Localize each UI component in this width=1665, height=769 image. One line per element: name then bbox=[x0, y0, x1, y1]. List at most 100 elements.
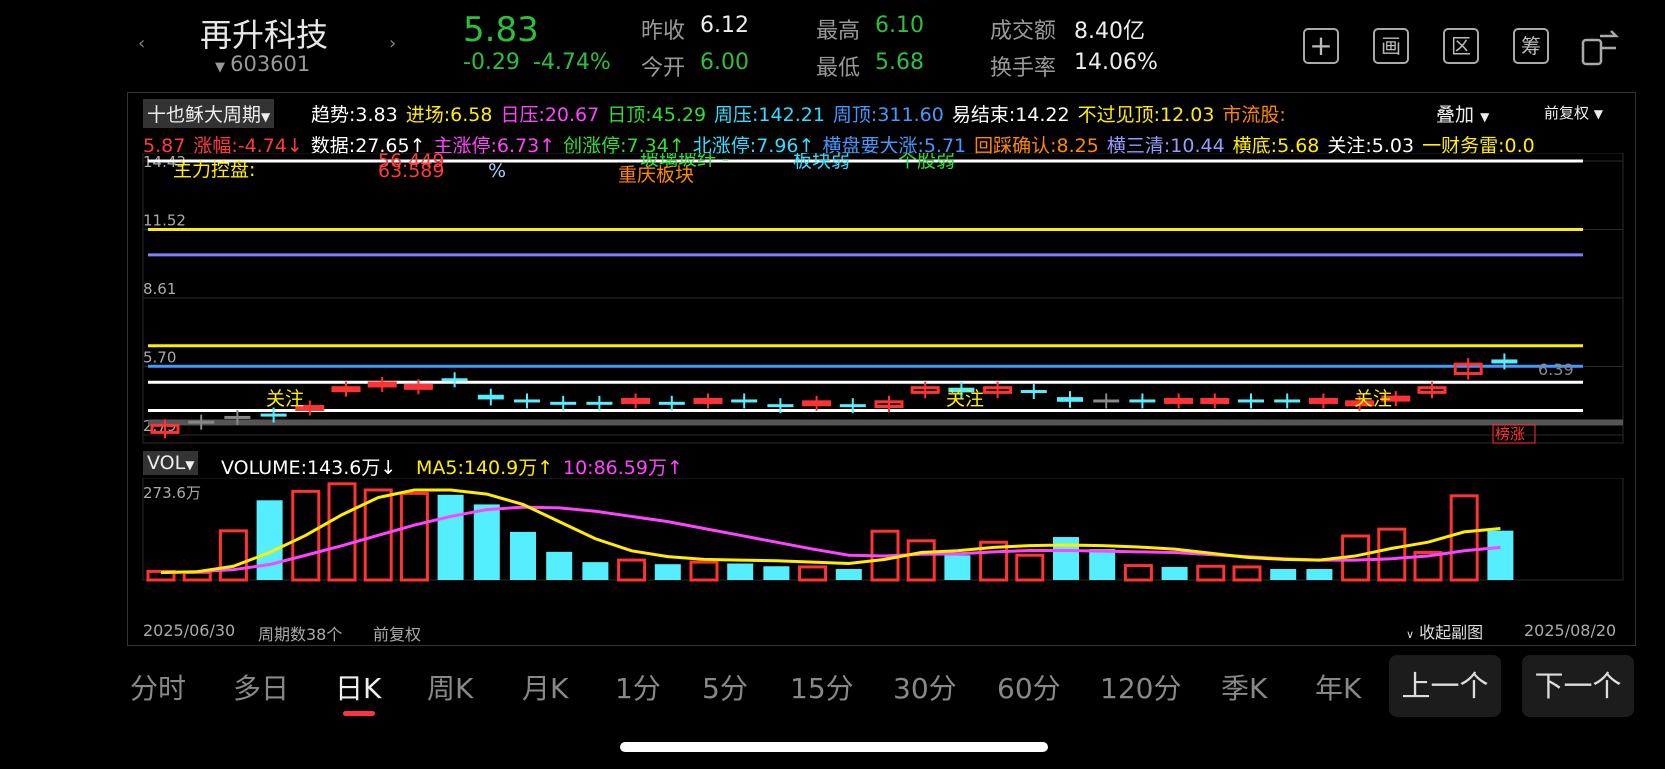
candle-body bbox=[586, 401, 613, 405]
volume-indicator-name: VOL bbox=[147, 452, 186, 474]
chevron-down-icon: ∨ bbox=[1406, 628, 1415, 641]
tab-10[interactable]: 120分 bbox=[1100, 667, 1181, 707]
candle-body bbox=[839, 404, 866, 408]
price-tag: 6.39 bbox=[1538, 360, 1574, 379]
candle-body bbox=[260, 413, 287, 417]
indicator-value: 进场:6.58 bbox=[405, 104, 493, 126]
end-date: 2025/08/20 bbox=[1524, 621, 1617, 640]
chevron-down-icon: ▼ bbox=[261, 110, 271, 124]
low-label: 最低 bbox=[816, 56, 861, 81]
volume-bar bbox=[1015, 553, 1045, 582]
candle-body bbox=[658, 401, 685, 405]
stock-code: 603601 bbox=[230, 52, 311, 76]
ma5-value: MA5:140.9万↑ bbox=[416, 457, 554, 479]
tab-9[interactable]: 60分 bbox=[997, 667, 1061, 707]
tab-2[interactable]: 日K bbox=[335, 667, 381, 707]
draw-line-button[interactable]: 画 bbox=[1373, 28, 1409, 64]
turnover-label: 换手率 bbox=[990, 56, 1057, 81]
indicator-value: 日压:20.67 bbox=[500, 104, 600, 126]
stock-name: 再升科技 bbox=[200, 16, 329, 54]
switch-icon[interactable] bbox=[1580, 28, 1620, 66]
amount-label: 成交额 bbox=[990, 19, 1057, 44]
tab-1[interactable]: 多日 bbox=[233, 667, 289, 707]
candle-body bbox=[1164, 397, 1194, 404]
candle-body bbox=[1020, 390, 1047, 394]
tab-7[interactable]: 15分 bbox=[790, 667, 854, 707]
stock-code-dropdown[interactable]: ▼ 603601 bbox=[215, 52, 310, 76]
volume-bar bbox=[1306, 569, 1333, 580]
volume-bar bbox=[256, 500, 283, 580]
baseline-band bbox=[148, 419, 1623, 426]
prev-stock-button[interactable]: 上一个 bbox=[1389, 655, 1501, 717]
range-stat-button[interactable]: 区 bbox=[1443, 28, 1479, 64]
overlay-text: % bbox=[488, 160, 506, 182]
next-stock-arrow[interactable]: › bbox=[389, 33, 396, 54]
candle-body bbox=[731, 399, 758, 403]
volume-bar bbox=[1123, 564, 1153, 582]
candle-body bbox=[1274, 399, 1301, 403]
active-tab-indicator bbox=[343, 711, 375, 716]
volume-bar bbox=[763, 566, 790, 580]
volume-bar bbox=[1161, 566, 1188, 580]
chip-distribution-button[interactable]: 筹 bbox=[1513, 28, 1549, 64]
indicator-value: 周压:142.21 bbox=[714, 104, 825, 126]
tab-12[interactable]: 年K bbox=[1315, 667, 1361, 707]
candle-body bbox=[621, 397, 651, 404]
volume-bar bbox=[1270, 569, 1297, 580]
next-stock-button[interactable]: 下一个 bbox=[1522, 655, 1634, 717]
candle-body bbox=[224, 415, 251, 419]
add-watchlist-button[interactable]: + bbox=[1303, 28, 1339, 64]
chevron-down-icon: ▼ bbox=[215, 60, 225, 75]
tab-8[interactable]: 30分 bbox=[893, 667, 957, 707]
focus-marker: 关注 bbox=[1354, 388, 1392, 410]
home-indicator[interactable] bbox=[620, 742, 1048, 752]
volume-chart[interactable]: 273.6万 bbox=[128, 478, 1635, 588]
volume-selector[interactable]: VOL▼ bbox=[143, 451, 199, 475]
ma5-line bbox=[160, 488, 1501, 574]
period-count: 周期数38个 bbox=[258, 625, 343, 644]
prev-close-label: 昨收 bbox=[641, 19, 686, 44]
collapse-subchart-button[interactable]: ∨ 收起副图 bbox=[1406, 619, 1483, 643]
overlay-text: 板块弱 bbox=[793, 153, 850, 172]
open-label: 今开 bbox=[641, 56, 686, 81]
candle-body bbox=[693, 397, 723, 404]
indicator-value: 市流股: bbox=[1222, 104, 1286, 126]
tab-3[interactable]: 周K bbox=[427, 667, 473, 707]
high-value: 6.10 bbox=[875, 13, 924, 38]
candle-body bbox=[802, 400, 832, 407]
candle-body bbox=[1093, 399, 1120, 403]
indicator-name: 十也稣大周期 bbox=[147, 104, 262, 126]
volume-bar bbox=[182, 570, 212, 582]
overlay-dropdown[interactable]: 叠加 ▼ bbox=[1436, 100, 1489, 127]
high-label: 最高 bbox=[816, 19, 861, 44]
kline-chart[interactable]: 14.4311.528.615.702.79主力控盘:56.44963.589%… bbox=[128, 153, 1635, 445]
kline-panel: 十也稣大周期▼ 趋势:3.83 进场:6.58 日压:20.67 日顶:45.29 周压… bbox=[127, 92, 1636, 646]
amount-value: 8.40亿 bbox=[1074, 19, 1145, 44]
start-date: 2025/06/30 bbox=[143, 621, 236, 640]
volume-bar bbox=[510, 531, 536, 580]
candle-body bbox=[1129, 399, 1156, 403]
volume-bar bbox=[582, 562, 609, 580]
volume-bar bbox=[327, 482, 357, 582]
candle-body bbox=[477, 394, 504, 400]
volume-value: VOLUME:143.6万↓ bbox=[221, 457, 397, 479]
candle-body bbox=[1057, 397, 1083, 402]
tab-4[interactable]: 月K bbox=[522, 667, 568, 707]
tab-5[interactable]: 1分 bbox=[615, 667, 661, 707]
indicator-selector[interactable]: 十也稣大周期▼ bbox=[143, 99, 275, 128]
volume-bar bbox=[727, 563, 754, 580]
tab-0[interactable]: 分时 bbox=[130, 667, 186, 707]
volume-bar bbox=[1232, 565, 1262, 582]
tab-11[interactable]: 季K bbox=[1221, 667, 1267, 707]
indicator-value: 不过见顶:12.03 bbox=[1077, 104, 1215, 126]
low-value: 5.68 bbox=[875, 50, 924, 75]
turnover-value: 14.06% bbox=[1074, 50, 1158, 75]
overlay-text: 63.589 bbox=[378, 160, 444, 182]
current-price: 5.83 bbox=[463, 10, 539, 50]
volume-bar bbox=[835, 569, 862, 580]
price-change-pct: -4.74% bbox=[533, 50, 611, 75]
adjust-dropdown[interactable]: 前复权 ▼ bbox=[1544, 102, 1603, 123]
volume-bar bbox=[689, 560, 719, 582]
tab-6[interactable]: 5分 bbox=[702, 667, 748, 707]
prev-stock-arrow[interactable]: ‹ bbox=[138, 33, 145, 54]
